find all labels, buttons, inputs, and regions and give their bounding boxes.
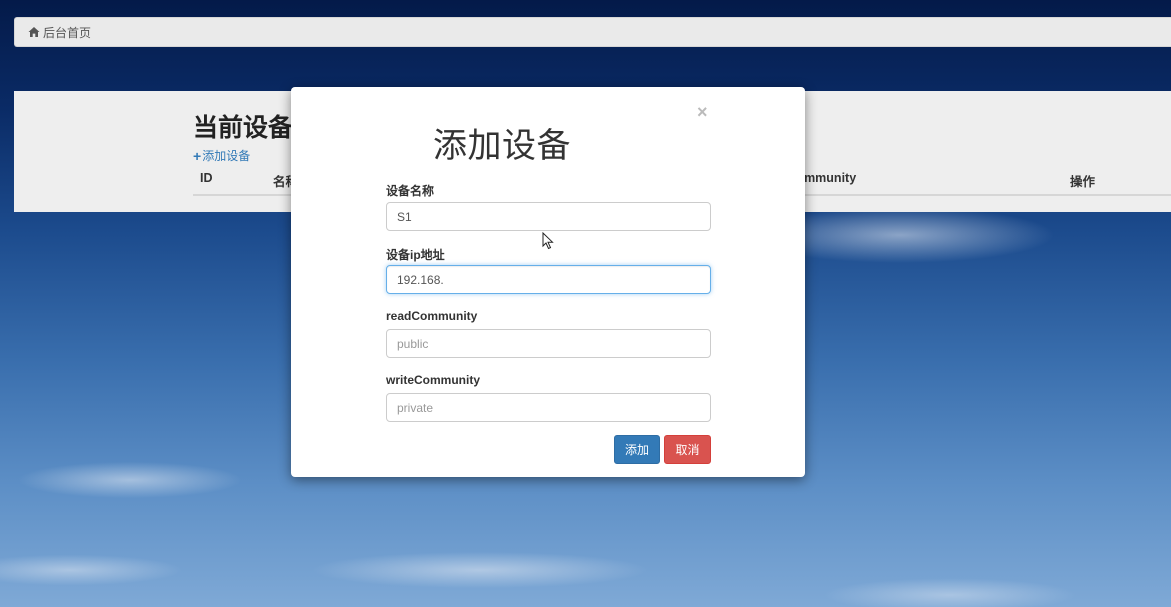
modal-title: 添加设备 [433, 126, 571, 166]
device-ip-input[interactable] [386, 265, 711, 294]
device-name-label: 设备名称 [386, 184, 435, 198]
device-name-input[interactable] [386, 202, 711, 231]
add-device-modal: × 添加设备 设备名称 设备ip地址 readCommunity writeCo… [291, 87, 805, 477]
cancel-button[interactable]: 取消 [664, 435, 711, 464]
write-community-input[interactable] [386, 393, 711, 422]
mouse-cursor-icon [542, 231, 554, 250]
add-button[interactable]: 添加 [614, 435, 660, 464]
read-community-label: readCommunity [386, 309, 478, 323]
close-icon[interactable]: × [697, 103, 708, 121]
device-ip-label: 设备ip地址 [386, 248, 445, 262]
write-community-label: writeCommunity [386, 373, 481, 387]
read-community-input[interactable] [386, 329, 711, 358]
